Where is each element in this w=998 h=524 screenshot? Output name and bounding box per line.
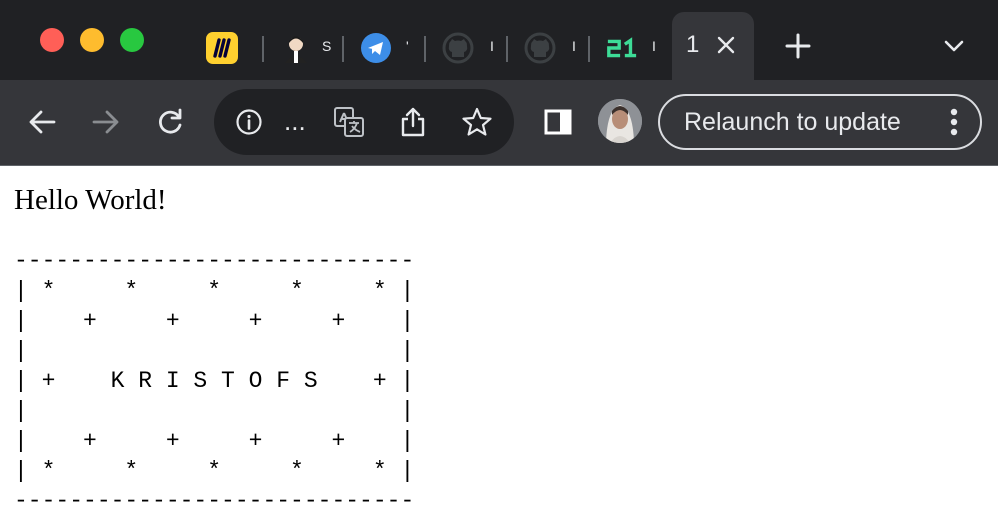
- arrow-left-icon[interactable]: [22, 102, 62, 142]
- arrow-right-icon[interactable]: [86, 102, 126, 142]
- tab-strip: S ' I I I 1: [0, 0, 998, 80]
- tab-separator: [342, 36, 344, 62]
- browser-toolbar: ... Relaunch to update: [0, 80, 998, 166]
- tab-title: ': [406, 38, 409, 54]
- github-icon: [442, 32, 474, 64]
- github-icon: [524, 32, 556, 64]
- share-icon[interactable]: [394, 103, 432, 141]
- telegram-icon: [360, 32, 392, 64]
- person-avatar-icon: [280, 32, 312, 64]
- relaunch-label: Relaunch to update: [684, 108, 901, 136]
- tab-title: S: [322, 38, 332, 54]
- star-icon[interactable]: [458, 103, 496, 141]
- chevron-down-icon[interactable]: [940, 32, 968, 60]
- 21st-icon: [606, 32, 638, 64]
- tab-separator: [588, 36, 590, 62]
- page-content: Hello World! ---------------------------…: [0, 166, 998, 524]
- reload-icon[interactable]: [150, 102, 190, 142]
- tab-profile-page[interactable]: S: [280, 14, 346, 78]
- active-tab[interactable]: 1: [672, 12, 754, 80]
- relaunch-to-update-button[interactable]: Relaunch to update: [658, 94, 982, 150]
- tab-title: I: [490, 38, 494, 54]
- kebab-menu-icon[interactable]: [944, 106, 964, 138]
- tab-telegram[interactable]: ': [360, 14, 426, 78]
- translate-icon[interactable]: [330, 103, 368, 141]
- miro-icon: [206, 32, 238, 64]
- tab-title: I: [572, 38, 576, 54]
- tab-title: I: [652, 38, 656, 54]
- info-icon[interactable]: [230, 103, 268, 141]
- ascii-art-line: | + K R I S T O F S + |: [14, 368, 415, 394]
- tab-github-2[interactable]: I: [524, 14, 590, 78]
- page-heading: Hello World!: [14, 184, 167, 216]
- window-maximize-button[interactable]: [120, 28, 144, 52]
- tab-separator: [424, 36, 426, 62]
- ascii-art-line: | + + + + |: [14, 308, 415, 334]
- close-icon[interactable]: [712, 28, 740, 62]
- ascii-art: ----------------------------- | * * * * …: [14, 246, 414, 516]
- side-panel-icon[interactable]: [538, 102, 578, 142]
- address-bar[interactable]: ...: [214, 89, 514, 155]
- tab-separator: [506, 36, 508, 62]
- ascii-art-line: | * * * * * |: [14, 458, 415, 484]
- active-tab-title: 1: [686, 31, 700, 58]
- window-minimize-button[interactable]: [80, 28, 104, 52]
- ascii-art-line: -----------------------------: [14, 248, 415, 274]
- ascii-art-line: | |: [14, 338, 415, 364]
- ascii-art-line: -----------------------------: [14, 488, 415, 514]
- ascii-art-line: | |: [14, 398, 415, 424]
- url-text: ...: [284, 106, 306, 136]
- tab-github-1[interactable]: I: [442, 14, 508, 78]
- ascii-art-line: | * * * * * |: [14, 278, 415, 304]
- plus-icon[interactable]: [782, 30, 814, 62]
- ascii-art-line: | + + + + |: [14, 428, 415, 454]
- tab-miro[interactable]: [206, 14, 266, 78]
- tab-separator: [262, 36, 264, 62]
- profile-avatar[interactable]: [598, 99, 642, 143]
- window-close-button[interactable]: [40, 28, 64, 52]
- tab-21st[interactable]: I: [606, 14, 666, 78]
